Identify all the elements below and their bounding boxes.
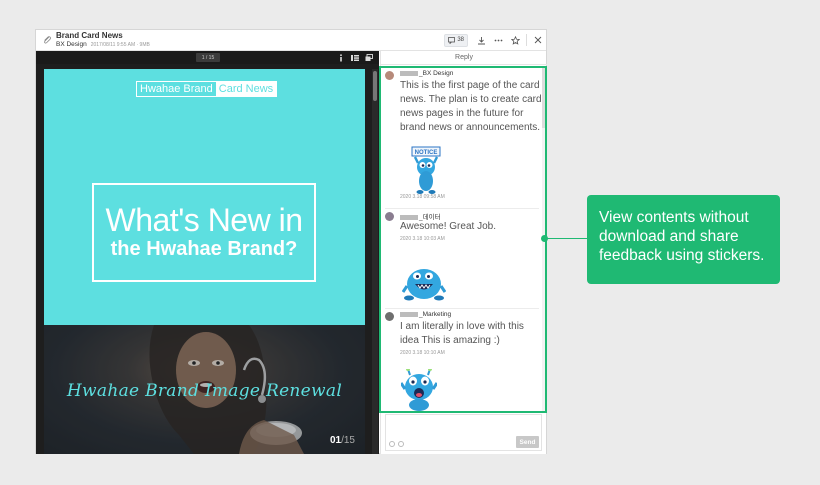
- chat-icon: [365, 53, 373, 61]
- emoji-icon[interactable]: [389, 441, 395, 447]
- more-icon: [494, 39, 503, 41]
- download-button[interactable]: [473, 30, 490, 50]
- card-slide-1: Hwahae Brand Card News What's New in the…: [44, 69, 365, 325]
- download-icon: [478, 36, 485, 44]
- send-button[interactable]: Send: [516, 436, 539, 448]
- close-icon: [534, 36, 541, 44]
- list-view-icon: [350, 54, 359, 61]
- headline-frame: What's New in the Hwahae Brand?: [92, 183, 316, 282]
- comment-count-button[interactable]: 38: [444, 33, 468, 47]
- reply-panel-highlight: [379, 66, 547, 413]
- callout-line-1: View contents without: [599, 209, 749, 226]
- info-icon: [339, 53, 342, 61]
- slide-2-title: Hwahae Brand Image Renewal: [66, 381, 343, 401]
- slide-page-number: 01/15: [330, 435, 355, 446]
- callout-connector: [545, 238, 588, 239]
- brand-logo-box: Hwahae Brand Card News: [136, 81, 278, 97]
- thumbnail-list-button[interactable]: [350, 53, 359, 62]
- comment-icon: [448, 36, 456, 44]
- comment-count: 38: [457, 37, 464, 43]
- headline-line-2: the Hwahae Brand?: [110, 238, 298, 260]
- callout-connector-dot: [541, 235, 548, 242]
- viewer-tools: [336, 53, 373, 62]
- page-indicator[interactable]: 1 / 15: [196, 53, 220, 62]
- file-subtitle: BX Design 2017/08/11 9:55 AM · 9MB: [56, 40, 150, 50]
- close-button[interactable]: [529, 30, 546, 50]
- input-tools: [389, 441, 404, 447]
- card-slide-2: Hwahae Brand Image Renewal 01/15: [44, 325, 365, 454]
- viewer-scrollbar-thumb[interactable]: [373, 71, 377, 101]
- feature-callout: View contents without download and share…: [587, 195, 780, 284]
- callout-line-2: download and share: [599, 228, 739, 245]
- title-bar: Brand Card News BX Design 2017/08/11 9:55…: [36, 30, 546, 51]
- paperclip-icon: [44, 36, 51, 44]
- sticker-icon[interactable]: [398, 441, 404, 447]
- more-button[interactable]: [490, 30, 507, 50]
- tab-reply[interactable]: Reply: [381, 51, 547, 65]
- reply-input[interactable]: Send: [385, 414, 542, 451]
- favorite-button[interactable]: [507, 30, 524, 50]
- headline-line-1: What's New in: [105, 202, 304, 238]
- file-owner: BX Design: [56, 41, 87, 48]
- slide-page-current: 01: [329, 435, 342, 446]
- info-button[interactable]: [336, 53, 345, 62]
- star-icon: [511, 35, 520, 45]
- callout-line-3: feedback using stickers.: [599, 247, 765, 264]
- toolbar-divider: [526, 34, 527, 46]
- comment-panel-button[interactable]: [364, 53, 373, 62]
- brand-name: Hwahae Brand: [140, 83, 213, 95]
- brand-card-news: Card News: [215, 82, 277, 96]
- viewer-toolbar: 1 / 15: [36, 51, 379, 64]
- slide-page-total: /15: [341, 435, 355, 446]
- file-meta: 2017/08/11 9:55 AM · 9MB: [90, 42, 150, 48]
- title-bar-actions: 38: [444, 30, 546, 50]
- document-viewer: 1 / 15 Hwahae Brand Card News What's New…: [36, 51, 379, 454]
- viewer-scrollbar[interactable]: [372, 69, 378, 454]
